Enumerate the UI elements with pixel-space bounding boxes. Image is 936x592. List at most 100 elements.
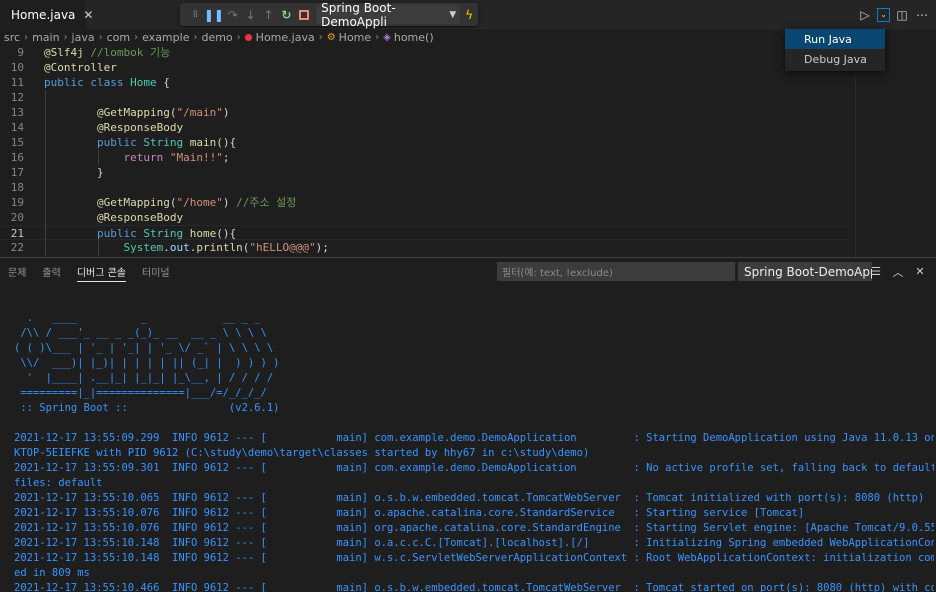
class-icon: ⚙ — [326, 31, 336, 43]
step-over-icon[interactable]: ↷ — [224, 5, 242, 25]
console-filter-input[interactable]: 필터(예: text, !exclude) — [497, 262, 735, 281]
tab-debug-console[interactable]: 디버그 콘솔 — [69, 258, 134, 285]
breadcrumb-item[interactable]: com — [107, 31, 131, 44]
console-line: . ____ _ __ _ _ — [14, 312, 261, 324]
debug-console-output[interactable]: . ____ _ __ _ _ /\\ / ___'_ __ _ _(_)_ _… — [14, 296, 934, 592]
split-editor-icon[interactable]: ◫ — [894, 6, 910, 24]
code-line[interactable]: 11 public class Home { — [0, 75, 850, 90]
code-token: @Slf4j — [44, 46, 84, 59]
run-java-menu-item[interactable]: Run Java — [785, 29, 885, 49]
code-line[interactable]: 14 @ResponseBody — [0, 120, 850, 135]
code-line[interactable]: 20 @ResponseBody — [0, 210, 850, 225]
more-actions-icon[interactable]: ⋯ — [914, 6, 930, 24]
code-token: } — [44, 166, 104, 179]
code-line[interactable]: 19 @GetMapping("/home") //주소 설정 — [0, 195, 850, 210]
console-line: ed in 809 ms — [14, 567, 90, 579]
code-token: ; — [222, 151, 230, 164]
code-text: @Slf4j //lombok 기능 — [44, 45, 170, 60]
pause-icon[interactable]: ❚❚ — [204, 5, 224, 25]
breadcrumb-item[interactable]: src — [4, 31, 20, 44]
chevron-down-icon: ▼ — [449, 9, 457, 20]
maximize-panel-icon[interactable]: ︿ — [890, 262, 906, 281]
debug-session-select[interactable]: Spring Boot-DemoAppl ▼ — [738, 262, 872, 281]
tab-terminal[interactable]: 터미널 — [134, 258, 178, 285]
chevron-right-icon: › — [63, 31, 68, 43]
code-token: out — [169, 241, 190, 254]
launch-config-select[interactable]: Spring Boot-DemoAppli ▼ — [317, 1, 461, 29]
code-token: @ResponseBody — [96, 211, 184, 224]
breadcrumb-item[interactable]: main — [32, 31, 59, 44]
indent-guide — [45, 90, 46, 105]
code-line[interactable]: 10 @Controller — [0, 60, 850, 75]
code-token: return — [123, 151, 164, 164]
code-line[interactable]: 22 System.out.println("hELLO@@@"); — [0, 240, 850, 255]
line-number: 16 — [10, 151, 24, 164]
breadcrumb-item[interactable]: home() — [394, 31, 434, 44]
code-line[interactable]: 13 @GetMapping("/main") — [0, 105, 850, 120]
method-icon: ◈ — [383, 31, 391, 43]
console-line: 2021-12-17 13:55:09.301 INFO 9612 --- [ … — [14, 462, 934, 474]
code-line[interactable]: 15 public String main(){ — [0, 135, 850, 150]
stop-icon[interactable] — [295, 5, 313, 25]
code-token: //주소 설정 — [236, 196, 297, 209]
code-token: main — [189, 136, 217, 149]
console-line: \\/ ___)| |_)| | | | | || (_| | ) ) ) ) — [14, 357, 280, 369]
code-token: String — [143, 136, 184, 149]
close-panel-icon[interactable]: ✕ — [912, 262, 928, 281]
code-line[interactable]: 16 return "Main!!"; — [0, 150, 850, 165]
console-line: KTOP-5EIEFKE with PID 9612 (C:\study\dem… — [14, 447, 590, 459]
code-line[interactable]: 9 @Slf4j //lombok 기능 — [0, 45, 850, 60]
run-dropdown-chevron-icon[interactable]: ⌄ — [877, 7, 890, 22]
code-token: (){ — [216, 136, 237, 149]
editor-actions: ▷ ⌄ ◫ ⋯ — [857, 0, 930, 29]
breadcrumb-item[interactable]: java — [72, 31, 95, 44]
clear-console-icon[interactable]: ☰ — [868, 262, 884, 281]
code-text: @ResponseBody — [44, 210, 183, 225]
code-token: Home — [130, 76, 157, 89]
code-text: public String home(){ — [44, 226, 236, 241]
console-line: /\\ / ___'_ __ _ _(_)_ __ __ _ \ \ \ \ — [14, 327, 267, 339]
hot-reload-icon[interactable]: ϟ — [460, 5, 478, 25]
breadcrumb-item[interactable]: Home — [339, 31, 371, 44]
code-line[interactable]: 12 — [0, 90, 850, 105]
close-icon[interactable]: ✕ — [83, 8, 93, 22]
tab-home-java[interactable]: Home.java ✕ — [0, 0, 93, 29]
step-out-icon[interactable]: ↑ — [260, 5, 278, 25]
code-token: ) — [222, 106, 230, 119]
breadcrumb-item[interactable]: demo — [201, 31, 232, 44]
drag-handle-icon[interactable]: ⁞⁞ — [186, 5, 204, 25]
step-into-icon[interactable]: ↓ — [242, 5, 260, 25]
restart-icon[interactable]: ↻ — [277, 5, 295, 25]
breadcrumb-item[interactable]: Home.java — [256, 31, 315, 44]
code-token: { — [156, 76, 170, 89]
code-token: println — [196, 241, 243, 254]
launch-config-label: Spring Boot-DemoAppli — [321, 0, 396, 29]
tab-problems[interactable]: 문제 — [0, 258, 34, 285]
filter-placeholder: 필터(예: text, !exclude) — [502, 268, 613, 279]
line-number: 21 — [10, 227, 24, 240]
debug-java-menu-item[interactable]: Debug Java — [785, 49, 885, 69]
code-line[interactable]: 17 } — [0, 165, 850, 180]
console-line: :: Spring Boot :: (v2.6.1) — [14, 402, 280, 414]
line-number: 20 — [10, 211, 24, 224]
code-token: ) — [222, 196, 237, 209]
chevron-right-icon: › — [375, 31, 380, 43]
code-line[interactable]: 18 — [0, 180, 850, 195]
code-token: (){ — [216, 227, 237, 240]
code-line[interactable]: 21 public String home(){ — [0, 225, 850, 241]
code-editor[interactable]: 9 @Slf4j //lombok 기능 10 @Controller 11 public… — [0, 45, 936, 257]
run-icon[interactable]: ▷ — [857, 6, 873, 24]
code-text: public String main(){ — [44, 135, 236, 150]
code-text: @GetMapping("/main") — [44, 105, 229, 120]
panel-actions: ☰ ︿ ✕ — [868, 262, 928, 281]
breadcrumb-item[interactable]: example — [142, 31, 189, 44]
tab-output[interactable]: 출력 — [34, 258, 68, 285]
